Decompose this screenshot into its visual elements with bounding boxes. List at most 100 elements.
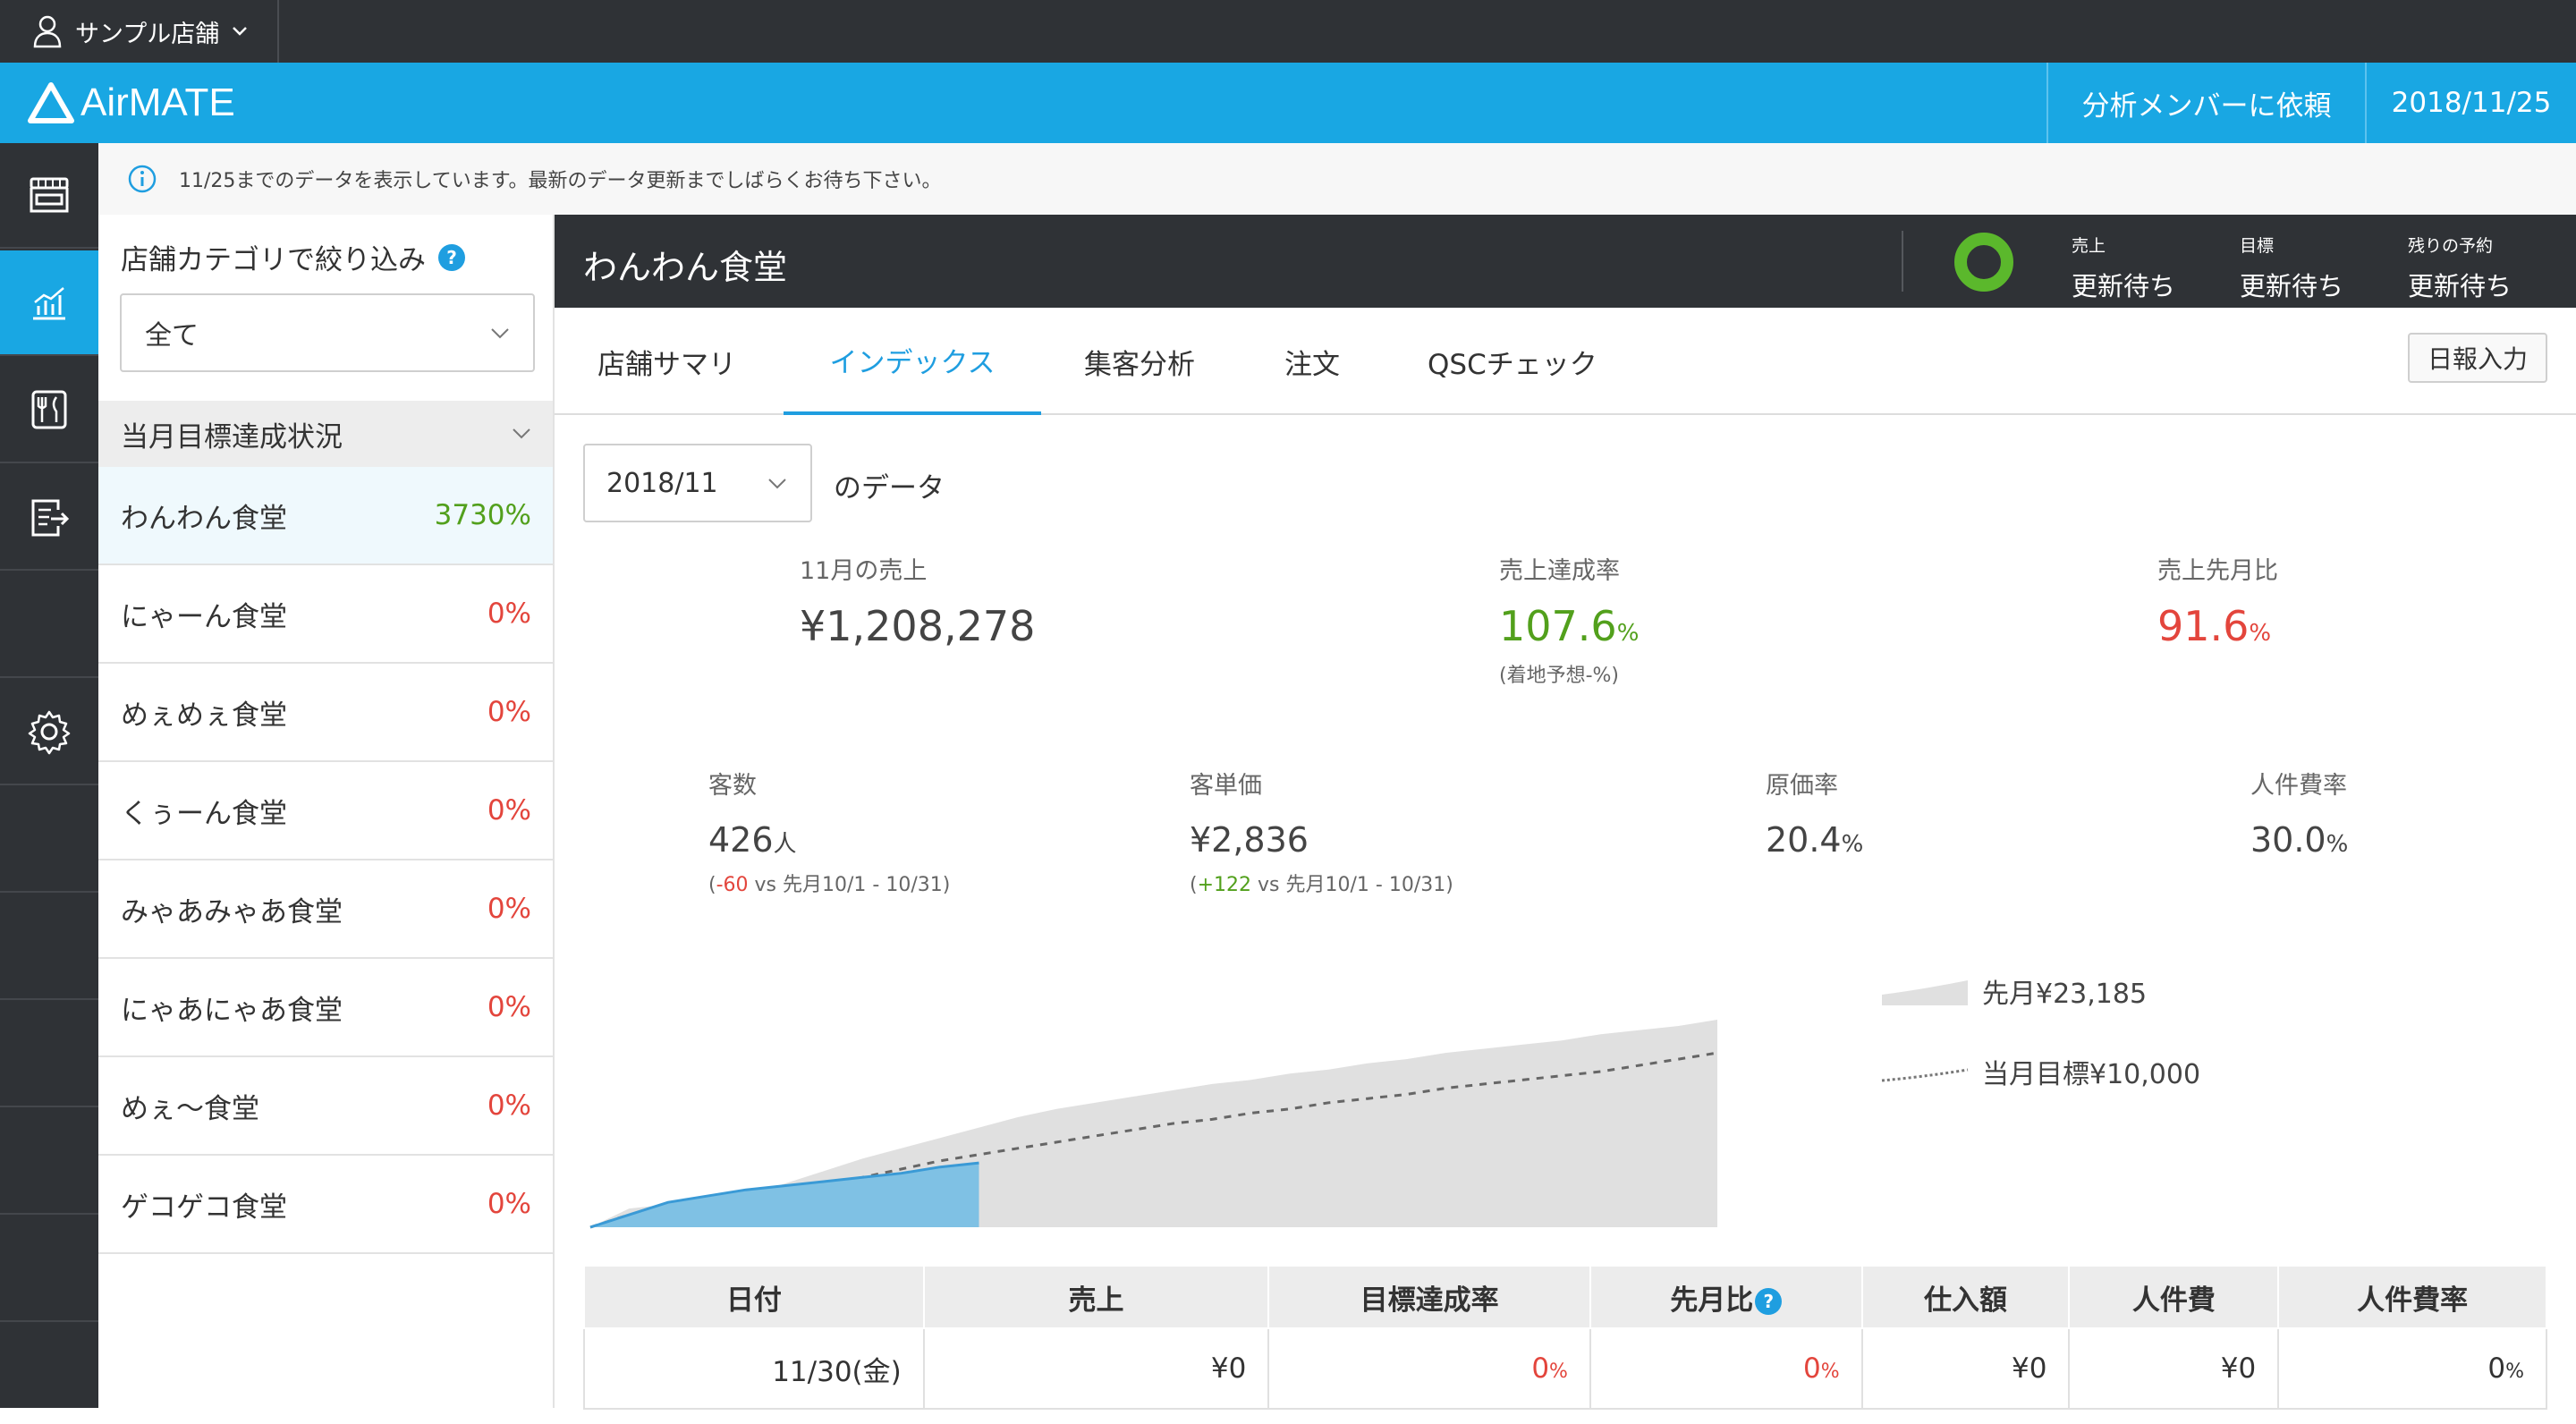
store-row[interactable]: わんわん食堂 3730% [98,467,553,565]
store-row[interactable]: くぅーん食堂 0% [98,762,553,860]
store-name: めぇめぇ食堂 [121,699,287,732]
tab-index[interactable]: インデックス [784,308,1041,415]
nav-empty-6 [0,1216,98,1322]
month-select[interactable]: 2018/11 [583,444,812,522]
col-labor[interactable]: 人件費 [2068,1265,2280,1329]
airmate-logo[interactable]: AirMATE [27,79,235,127]
kpi-label: 売上先月比 [2157,557,2278,585]
store-goal-percent: 0% [487,893,531,925]
store-title: わんわん食堂 [583,248,788,287]
food-icon [31,390,67,429]
table-row[interactable]: 11/30(金) ¥0 0% 0% ¥0 ¥0 0% [583,1327,2547,1410]
chevron-down-icon [768,479,786,489]
kpi-sub-rest: vs 先月10/1 - 10/31) [1251,874,1453,896]
cell-value: 0 [1531,1352,1550,1385]
status-reservations: 残りの予約 更新待ち [2408,233,2512,303]
kpi-month-over-month: 売上先月比 91.6% [2157,551,2278,650]
col-date[interactable]: 日付 [583,1265,925,1329]
store-name: わんわん食堂 [121,502,287,535]
cell-unit: % [2505,1360,2524,1383]
legend-dashed-swatch [1881,1068,1969,1082]
kpi-label: 人件費率 [2250,772,2347,800]
tab-store-summary[interactable]: 店舗サマリ [597,308,736,415]
store-row[interactable]: めぇめぇ食堂 0% [98,664,553,762]
status-label: 目標 [2240,236,2275,256]
col-purchase[interactable]: 仕入額 [1860,1265,2071,1329]
store-name: にゃあにゃあ食堂 [121,994,343,1027]
store-goal-percent: 0% [487,1188,531,1220]
kpi-avg-spend: 客単価 ¥2,836 (+122 vs 先月10/1 - 10/31) [1190,766,1453,897]
store-goal-percent: 3730% [434,499,531,531]
tab-customer-analysis[interactable]: 集客分析 [1084,308,1195,415]
nav-settings[interactable] [0,680,98,785]
store-name: みゃあみゃあ食堂 [121,895,343,928]
kpi-unit: % [2249,620,2272,647]
kpi-sub-prefix: ( [1190,874,1198,896]
analytics-icon [33,287,65,320]
nav-food[interactable] [0,358,98,463]
col-achievement[interactable]: 目標達成率 [1267,1265,1591,1329]
help-icon[interactable]: ? [438,243,465,271]
goal-section-title: 当月目標達成状況 [121,420,343,453]
cell-value: 0 [2487,1352,2506,1385]
left-nav-rail [0,143,98,1408]
col-labor-rate[interactable]: 人件費率 [2277,1265,2547,1329]
chart-legend: 先月¥23,185 当月目標¥10,000 [1878,971,2200,1132]
chevron-down-icon [491,328,509,339]
filter-label-text: 店舗カテゴリで絞り込み [121,244,426,276]
legend-area-swatch [1882,980,1968,1005]
help-icon[interactable]: ? [1755,1288,1783,1315]
cell-labor: ¥0 [2068,1327,2280,1410]
cell-achievement: 0% [1267,1327,1591,1410]
tab-orders[interactable]: 注文 [1284,308,1340,415]
goal-section-header[interactable]: 当月目標達成状況 [98,401,553,467]
nav-empty-5 [0,1109,98,1215]
kpi-value: 426人 [708,820,950,860]
store-row[interactable]: みゃあみゃあ食堂 0% [98,860,553,959]
kpi-number: 107.6 [1499,602,1617,650]
nav-empty-2 [0,787,98,893]
header-date[interactable]: 2018/11/25 [2365,63,2576,143]
kpi-achievement-rate: 売上達成率 107.6% (着地予想-%) [1499,551,1639,688]
kpi-value: 20.4% [1766,820,1863,860]
filter-label: 店舗カテゴリで絞り込み ? [121,237,465,277]
kpi-sub-rest: vs 先月10/1 - 10/31) [748,874,951,896]
col-sales[interactable]: 売上 [922,1265,1270,1329]
person-icon [33,15,62,48]
tab-qsc-check[interactable]: QSCチェック [1428,308,1597,415]
month-value: 2018/11 [606,467,718,499]
cell-purchase: ¥0 [1860,1327,2071,1410]
kpi-sub-prefix: ( [708,874,716,896]
kpi-unit: % [1841,831,1864,858]
kpi-value: 91.6% [2157,602,2278,650]
nav-store[interactable] [0,143,98,249]
store-goal-percent: 0% [487,794,531,826]
kpi-forecast: (着地予想-%) [1499,665,1620,687]
col-mom[interactable]: 先月比? [1589,1265,1863,1329]
request-analyst-button[interactable]: 分析メンバーに依頼 [2046,63,2365,143]
account-store-name: サンプル店舗 [75,20,220,48]
store-icon [30,177,69,213]
store-goal-percent: 0% [487,1089,531,1122]
kpi-labor-rate: 人件費率 30.0% [2250,766,2348,860]
store-name: にゃーん食堂 [121,600,287,633]
chevron-down-icon [233,27,248,36]
store-category-select[interactable]: 全て [120,293,535,372]
divider [1902,231,1903,292]
daily-report-button[interactable]: 日報入力 [2408,333,2547,383]
nav-report[interactable] [0,465,98,571]
status-value: 更新待ち [2072,271,2176,301]
settings-icon [28,710,71,755]
store-row[interactable]: にゃあにゃあ食堂 0% [98,959,553,1057]
nav-analytics[interactable] [0,250,98,356]
table-header-row: 日付 売上 目標達成率 先月比? 仕入額 人件費 人件費率 [583,1265,2547,1329]
kpi-number: 20.4 [1766,820,1842,860]
status-sales: 売上 更新待ち [2072,233,2175,303]
account-store-switcher[interactable]: サンプル店舗 [0,0,279,63]
store-name: くぅーん食堂 [121,797,287,830]
chevron-down-icon [513,428,530,439]
store-row[interactable]: ゲコゲコ食堂 0% [98,1156,553,1254]
logo-text: AirMATE [80,81,235,124]
store-row[interactable]: めぇ〜食堂 0% [98,1057,553,1156]
store-row[interactable]: にゃーん食堂 0% [98,565,553,664]
